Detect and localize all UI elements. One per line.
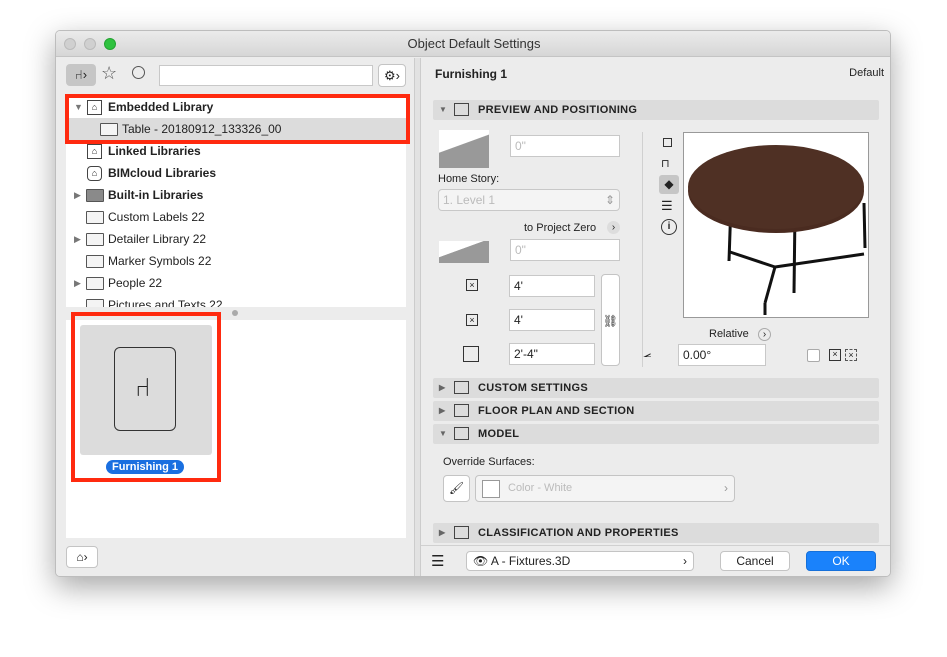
library-icon: ⌂ bbox=[87, 144, 102, 159]
close-button[interactable] bbox=[64, 38, 76, 50]
folder-icon bbox=[86, 277, 104, 290]
table-3d-render bbox=[688, 145, 867, 315]
section-classification[interactable]: ▶ CLASSIFICATION AND PROPERTIES bbox=[433, 523, 879, 543]
favorites-star-icon[interactable]: ☆ bbox=[101, 63, 117, 84]
section-preview-positioning[interactable]: ▼ PREVIEW AND POSITIONING bbox=[433, 100, 879, 120]
chevron-right-icon: › bbox=[724, 481, 728, 495]
color-swatch bbox=[482, 480, 500, 498]
classification-icon bbox=[454, 526, 469, 539]
section-floor-plan[interactable]: ▶ FLOOR PLAN AND SECTION bbox=[433, 401, 879, 421]
highlight-box-object bbox=[71, 312, 221, 482]
object-type-button[interactable]: ⑁› bbox=[66, 64, 96, 86]
home-story-select[interactable]: 1. Level 1 ⇕ bbox=[438, 189, 620, 211]
dialog-window: Object Default Settings ⑁› ☆ ⚙› ▼ ⌂ Embedd… bbox=[55, 30, 891, 577]
mirror-icon[interactable]: × bbox=[829, 349, 841, 361]
library-manager-button[interactable]: ⌂› bbox=[66, 546, 98, 568]
cancel-button[interactable]: Cancel bbox=[720, 551, 790, 571]
library-panel: ⑁› ☆ ⚙› ▼ ⌂ Embedded Library Table - 20180… bbox=[56, 58, 414, 576]
width-input[interactable]: 4' bbox=[509, 275, 595, 297]
floor-plan-icon bbox=[454, 404, 469, 417]
surface-select[interactable]: Color - White › bbox=[475, 475, 735, 502]
height-input[interactable]: 2'-4" bbox=[509, 343, 595, 365]
project-zero-icon bbox=[439, 241, 489, 263]
chain-link-icon: ⛓ bbox=[602, 314, 619, 328]
search-input[interactable] bbox=[159, 65, 373, 86]
section-view-icon[interactable]: ⊓ bbox=[661, 157, 670, 170]
plan-view-icon[interactable] bbox=[663, 138, 672, 147]
angle-input[interactable]: 0.00° bbox=[678, 344, 766, 366]
info-icon[interactable]: i bbox=[661, 219, 677, 235]
updown-icon: ⇕ bbox=[604, 193, 615, 207]
search-icon[interactable] bbox=[132, 66, 145, 79]
zoom-button[interactable] bbox=[104, 38, 116, 50]
bimcloud-icon: ⌂ bbox=[87, 166, 102, 181]
folder-icon bbox=[86, 189, 104, 202]
divider bbox=[642, 132, 643, 367]
model-cube-icon bbox=[454, 427, 469, 440]
folder-icon bbox=[86, 299, 104, 307]
tree-item-bimcloud-libraries[interactable]: ⌂ BIMcloud Libraries bbox=[66, 162, 406, 184]
tree-item-pictures-and-texts[interactable]: Pictures and Texts 22 bbox=[66, 294, 406, 307]
layers-icon: ☰ bbox=[431, 553, 445, 570]
height-icon bbox=[463, 346, 479, 362]
3d-preview bbox=[683, 132, 869, 318]
link-proportions-button[interactable]: ⛓ bbox=[601, 274, 620, 366]
splitter-handle[interactable] bbox=[232, 310, 238, 316]
paint-brush-icon: 🖌 bbox=[448, 481, 465, 495]
width-icon: × bbox=[466, 279, 478, 291]
section-model[interactable]: ▼ MODEL bbox=[433, 424, 879, 444]
highlight-box-library bbox=[65, 94, 410, 144]
library-icon: ⌂› bbox=[76, 550, 88, 564]
default-label: Default bbox=[849, 67, 884, 79]
relative-label: Relative bbox=[709, 328, 749, 340]
settings-gear-button[interactable]: ⚙› bbox=[378, 64, 406, 87]
rotation-angle-icon: ⦟ bbox=[643, 344, 652, 360]
folder-icon bbox=[86, 211, 104, 224]
tree-item-built-in-libraries[interactable]: ▶ Built-in Libraries bbox=[66, 184, 406, 206]
title-bar: Object Default Settings bbox=[56, 31, 890, 57]
panel-splitter[interactable] bbox=[414, 58, 421, 576]
window-title: Object Default Settings bbox=[407, 36, 541, 51]
gear-icon: ⚙› bbox=[384, 68, 400, 83]
to-project-zero-label: to Project Zero bbox=[524, 222, 597, 234]
settings-panel: Furnishing 1 Default ▼ PREVIEW AND POSITI… bbox=[421, 58, 890, 576]
to-project-zero-chevron-icon[interactable]: › bbox=[607, 221, 620, 234]
object-name: Furnishing 1 bbox=[435, 67, 507, 81]
mirror-checkbox[interactable] bbox=[807, 349, 820, 362]
footer-bar: ☰ 👁 A - Fixtures.3D › Cancel OK bbox=[421, 545, 890, 576]
elevation-icon bbox=[439, 130, 489, 168]
elevation-input[interactable]: 0" bbox=[510, 135, 620, 157]
depth-icon: × bbox=[466, 314, 478, 326]
home-story-label: Home Story: bbox=[438, 173, 500, 185]
eye-icon: 👁 bbox=[473, 554, 489, 568]
tree-item-marker-symbols[interactable]: Marker Symbols 22 bbox=[66, 250, 406, 272]
3d-view-icon[interactable]: ◆ bbox=[659, 175, 679, 194]
chevron-right-icon: › bbox=[683, 554, 687, 568]
depth-input[interactable]: 4' bbox=[509, 309, 595, 331]
tree-item-custom-labels[interactable]: Custom Labels 22 bbox=[66, 206, 406, 228]
ok-button[interactable]: OK bbox=[806, 551, 876, 571]
chair-icon: ⑁› bbox=[74, 67, 88, 82]
tree-item-people[interactable]: ▶ People 22 bbox=[66, 272, 406, 294]
folder-icon bbox=[86, 233, 104, 246]
tree-item-detailer-library[interactable]: ▶ Detailer Library 22 bbox=[66, 228, 406, 250]
relative-chevron-icon[interactable]: › bbox=[758, 328, 771, 341]
custom-settings-icon bbox=[454, 381, 469, 394]
layer-select[interactable]: 👁 A - Fixtures.3D › bbox=[466, 551, 694, 571]
folder-icon bbox=[86, 255, 104, 268]
project-zero-input[interactable]: 0" bbox=[510, 239, 620, 261]
override-surfaces-button[interactable]: 🖌 bbox=[443, 475, 470, 502]
preview-icon bbox=[454, 103, 469, 116]
list-view-icon[interactable]: ☰ bbox=[661, 198, 673, 214]
section-custom-settings[interactable]: ▶ CUSTOM SETTINGS bbox=[433, 378, 879, 398]
mirrored-icon[interactable]: × bbox=[845, 349, 857, 361]
minimize-button[interactable] bbox=[84, 38, 96, 50]
override-surfaces-label: Override Surfaces: bbox=[443, 456, 535, 468]
